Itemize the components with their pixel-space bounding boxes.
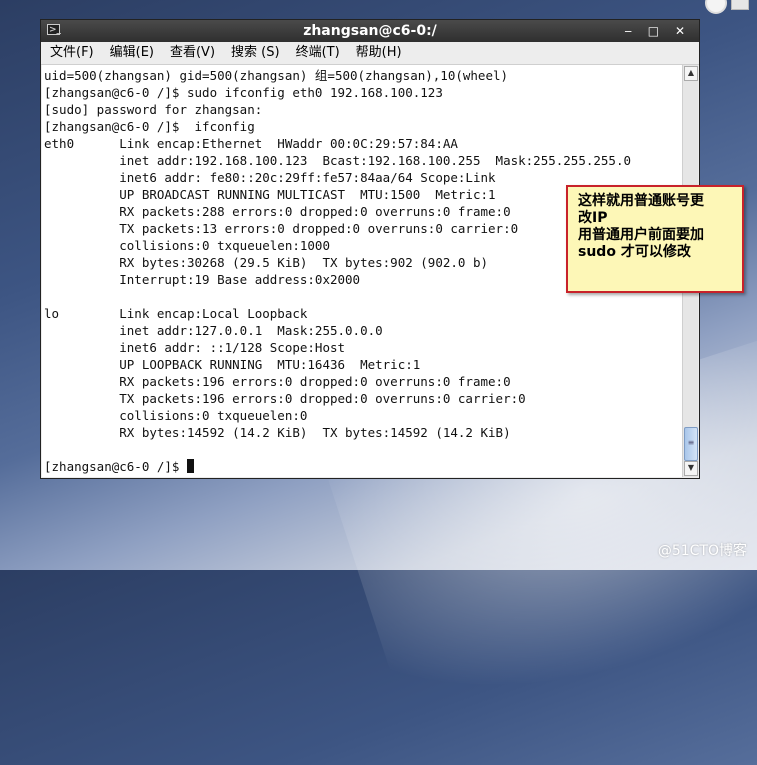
terminal-line: collisions:0 txqueuelen:0 [44, 408, 308, 423]
terminal-line: [zhangsan@c6-0 /]$ sudo ifconfig eth0 19… [44, 85, 443, 100]
annotation-callout: 这样就用普通账号更 改IP 用普通用户前面要加 sudo 才可以修改 [566, 185, 744, 293]
menu-view[interactable]: 查看(V) [169, 42, 216, 64]
menu-edit[interactable]: 编辑(E) [109, 42, 155, 64]
terminal-line: inet6 addr: fe80::20c:29ff:fe57:84aa/64 … [44, 170, 496, 185]
terminal-line: inet addr:192.168.100.123 Bcast:192.168.… [44, 153, 631, 168]
terminal-line: inet addr:127.0.0.1 Mask:255.0.0.0 [44, 323, 383, 338]
watermark: @51CTO博客 [657, 543, 747, 559]
callout-line: 用普通用户前面要加 [578, 227, 704, 243]
terminal-prompt-line[interactable]: [zhangsan@c6-0 /]$ [44, 458, 682, 475]
terminal-icon[interactable]: >_ [47, 24, 61, 35]
terminal-line: [zhangsan@c6-0 /]$ ifconfig [44, 119, 255, 134]
window-title: zhangsan@c6-0:/ [303, 23, 437, 39]
terminal-line: eth0 Link encap:Ethernet HWaddr 00:0C:29… [44, 136, 458, 151]
terminal-line: inet6 addr: ::1/128 Scope:Host [44, 340, 346, 355]
terminal-line: RX bytes:14592 (14.2 KiB) TX bytes:14592… [44, 425, 511, 440]
callout-line: 这样就用普通账号更 [578, 193, 704, 209]
desktop-tray-button[interactable] [731, 0, 749, 10]
menu-terminal[interactable]: 终端(T) [295, 42, 341, 64]
terminal-line: UP LOOPBACK RUNNING MTU:16436 Metric:1 [44, 357, 421, 372]
menu-help[interactable]: 帮助(H) [355, 42, 403, 64]
menu-file[interactable]: 文件(F) [49, 42, 95, 64]
terminal-line: RX packets:196 errors:0 dropped:0 overru… [44, 374, 511, 389]
chevron-down-icon[interactable]: ▼ [684, 461, 698, 476]
callout-line: sudo 才可以修改 [578, 244, 691, 260]
callout-line: 改IP [578, 210, 608, 226]
terminal-line: [sudo] password for zhangsan: [44, 102, 263, 117]
terminal-cursor [187, 459, 194, 473]
desktop-tray-icon[interactable] [705, 0, 727, 14]
chevron-up-icon[interactable]: ▲ [684, 66, 698, 81]
terminal-line: lo Link encap:Local Loopback [44, 306, 308, 321]
window-titlebar[interactable]: >_ zhangsan@c6-0:/ ‒ □ ✕ [41, 20, 699, 42]
window-controls[interactable]: ‒ □ ✕ [624, 20, 691, 42]
terminal-prompt: [zhangsan@c6-0 /]$ [44, 459, 187, 474]
menubar: 文件(F) 编辑(E) 查看(V) 搜索 (S) 终端(T) 帮助(H) [41, 42, 699, 65]
scrollbar-thumb[interactable]: ≡ [684, 427, 698, 461]
terminal-line: TX packets:196 errors:0 dropped:0 overru… [44, 391, 526, 406]
menu-search[interactable]: 搜索 (S) [230, 42, 281, 64]
terminal-line: uid=500(zhangsan) gid=500(zhangsan) 组=50… [44, 68, 509, 83]
